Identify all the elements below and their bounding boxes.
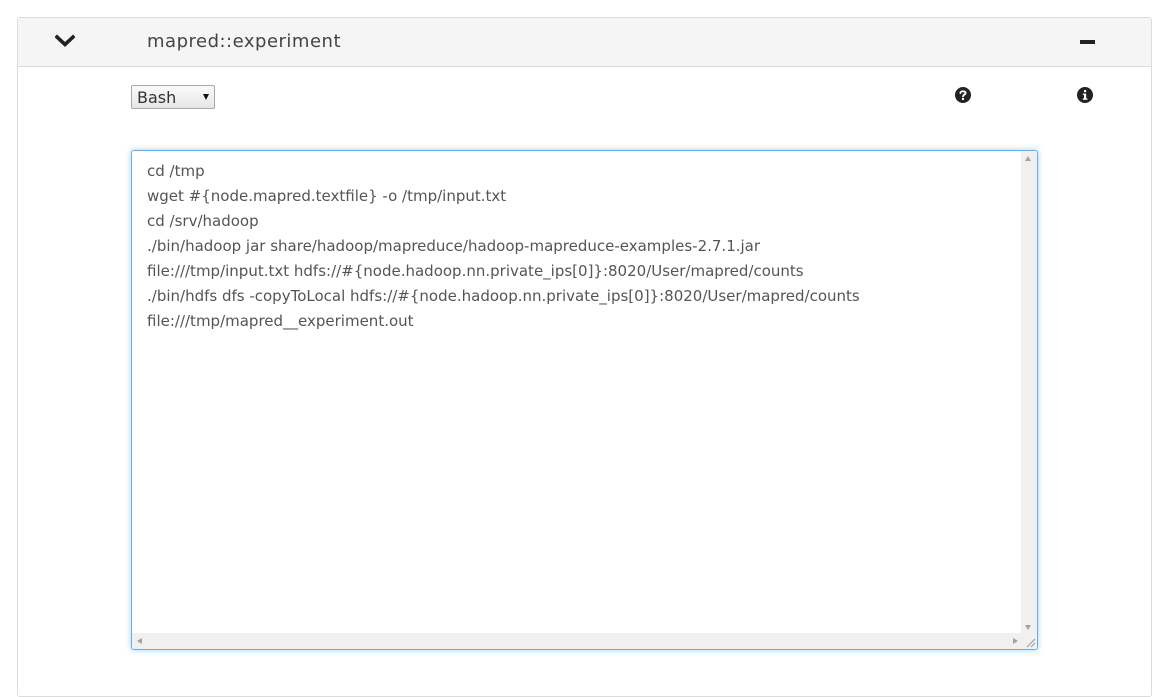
script-line: ./bin/hadoop jar share/hadoop/mapreduce/…	[147, 237, 761, 255]
language-select-value: Bash	[137, 88, 177, 107]
scroll-down-arrow-icon[interactable]	[1025, 625, 1031, 630]
panel-header[interactable]: mapred::experiment	[18, 18, 1151, 67]
scroll-left-arrow-icon[interactable]	[137, 638, 142, 644]
panel-title: mapred::experiment	[147, 31, 342, 52]
script-line: cd /srv/hadoop	[147, 212, 259, 230]
script-editor[interactable]: cd /tmp wget #{node.mapred.textfile} -o …	[131, 150, 1038, 650]
script-line: file:///tmp/mapred__experiment.out	[147, 312, 414, 330]
script-line: ./bin/hdfs dfs -copyToLocal hdfs://#{nod…	[147, 287, 860, 305]
dropdown-arrow-icon	[203, 94, 209, 100]
script-line: cd /tmp	[147, 162, 205, 180]
scroll-up-arrow-icon[interactable]	[1025, 156, 1031, 161]
script-line: wget #{node.mapred.textfile} -o /tmp/inp…	[147, 187, 507, 205]
horizontal-scrollbar[interactable]	[132, 633, 1023, 649]
script-text[interactable]: cd /tmp wget #{node.mapred.textfile} -o …	[147, 159, 1007, 334]
info-circle-icon[interactable]	[1076, 86, 1094, 104]
question-circle-icon[interactable]	[954, 86, 972, 104]
script-line: file:///tmp/input.txt hdfs://#{node.hado…	[147, 262, 804, 280]
resize-grip-icon	[1026, 638, 1036, 648]
scroll-right-arrow-icon[interactable]	[1013, 638, 1018, 644]
recipe-panel: mapred::experiment Bash cd /tmp wget #{n…	[17, 17, 1152, 697]
vertical-scrollbar[interactable]	[1021, 151, 1037, 635]
language-select[interactable]: Bash	[131, 85, 215, 109]
minus-icon[interactable]	[1079, 34, 1097, 50]
chevron-down-icon[interactable]	[54, 33, 76, 47]
resize-handle[interactable]	[1021, 633, 1037, 649]
